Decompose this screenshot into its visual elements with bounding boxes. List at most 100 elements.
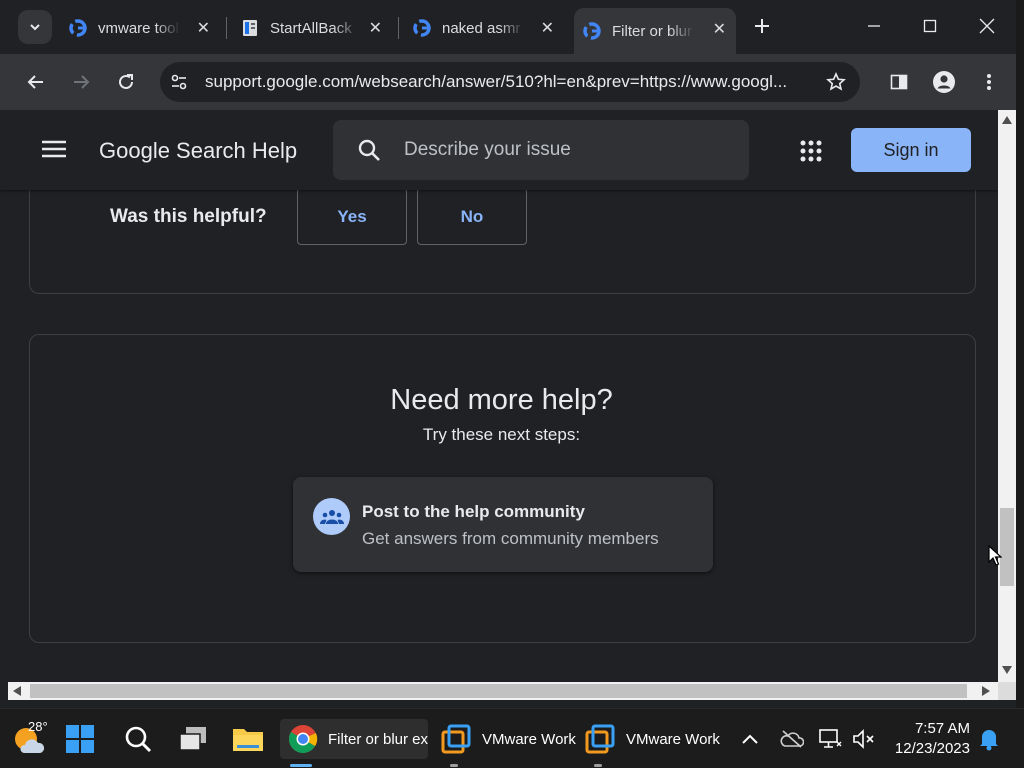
vertical-scrollbar[interactable] <box>998 110 1016 682</box>
community-icon <box>313 498 350 535</box>
reload-icon <box>119 74 133 89</box>
tab-title: vmware tool <box>98 19 179 37</box>
taskbar-app-chrome[interactable]: Filter or blur ex <box>280 719 428 767</box>
tab-4-active[interactable]: Filter or blur ✕ <box>574 8 736 54</box>
address-bar[interactable]: support.google.com/websearch/answer/510?… <box>160 62 860 102</box>
tab-title: Filter or blur <box>612 22 693 40</box>
active-indicator <box>290 764 312 767</box>
tab-strip: vmware tool ✕ StartAllBack ✕ naked asmr … <box>0 0 1024 54</box>
chevron-down-icon <box>30 24 40 31</box>
folder-icon <box>233 729 263 751</box>
close-window-button[interactable] <box>967 10 1007 42</box>
close-icon[interactable]: ✕ <box>713 19 726 39</box>
yes-button[interactable]: Yes <box>297 188 407 245</box>
network-icon <box>819 729 842 748</box>
windows-logo-icon <box>66 725 94 753</box>
tab-search-button[interactable] <box>18 10 52 44</box>
horizontal-scroll-thumb[interactable] <box>30 684 967 698</box>
chrome-icon <box>289 725 318 753</box>
tab-2[interactable]: StartAllBack ✕ <box>232 8 392 48</box>
speaker-muted-icon <box>853 729 874 749</box>
site-settings-icon[interactable] <box>170 73 188 91</box>
file-explorer-button[interactable] <box>232 719 264 759</box>
taskbar-clock[interactable]: 7:57 AM 12/23/2023 <box>880 719 970 759</box>
community-description: Get answers from community members <box>362 529 659 548</box>
tab-1[interactable]: vmware tool ✕ <box>60 8 220 48</box>
show-hidden-icons-button[interactable] <box>742 719 758 759</box>
url-text[interactable]: support.google.com/websearch/answer/510?… <box>205 72 787 92</box>
taskbar-app-label: VMware Work <box>482 730 576 748</box>
notifications-button[interactable] <box>978 719 1000 759</box>
arrow-left-icon <box>27 75 43 89</box>
maximize-button[interactable] <box>910 10 950 42</box>
taskbar-app-vmware-1[interactable]: VMware Work <box>436 719 576 767</box>
taskbar-app-vmware-2[interactable]: VMware Work <box>580 719 720 767</box>
clock-date: 12/23/2023 <box>894 740 970 757</box>
search-icon <box>125 726 152 753</box>
start-button[interactable] <box>64 719 96 759</box>
bookmark-star-icon[interactable] <box>826 72 846 92</box>
close-icon[interactable]: ✕ <box>369 18 382 38</box>
search-icon <box>358 139 380 161</box>
back-button[interactable] <box>20 66 52 98</box>
profile-icon <box>933 71 955 93</box>
apps-grid-icon[interactable] <box>800 140 822 162</box>
network-tray-button[interactable] <box>818 719 842 759</box>
vmware-icon <box>585 724 615 754</box>
post-to-community-button[interactable]: Post to the help community Get answers f… <box>293 477 713 572</box>
google-g-icon <box>583 22 601 40</box>
minimize-button[interactable] <box>854 10 894 42</box>
task-view-button[interactable] <box>178 719 208 759</box>
more-help-subtitle: Try these next steps: <box>422 425 581 444</box>
menu-button[interactable] <box>973 66 1005 98</box>
reload-button[interactable] <box>110 66 142 98</box>
scroll-up-arrow-icon[interactable] <box>1002 116 1012 124</box>
scroll-down-arrow-icon[interactable] <box>1002 666 1012 674</box>
weather-temperature: 28° <box>28 719 48 734</box>
google-g-icon <box>413 19 431 37</box>
vertical-scroll-thumb[interactable] <box>1000 508 1014 586</box>
profile-button[interactable] <box>928 66 960 98</box>
help-search-input[interactable]: Describe your issue <box>333 120 749 180</box>
side-panel-button[interactable] <box>883 66 915 98</box>
close-icon <box>979 18 995 34</box>
task-view-icon <box>179 727 206 751</box>
forward-button[interactable] <box>65 66 97 98</box>
vmware-icon <box>441 724 471 754</box>
scroll-right-arrow-icon[interactable] <box>982 686 990 696</box>
more-help-title: Need more help? <box>390 384 613 416</box>
more-vert-icon <box>987 74 991 90</box>
bell-icon <box>980 730 998 751</box>
onedrive-tray-button[interactable] <box>780 719 804 759</box>
scrollbar-corner <box>998 682 1016 700</box>
taskbar-app-label: Filter or blur ex <box>328 730 428 748</box>
google-g-icon <box>69 19 87 37</box>
page-content: Google Search Help Describe your issue S… <box>0 110 998 682</box>
close-icon[interactable]: ✕ <box>197 18 210 38</box>
plus-icon <box>755 19 769 33</box>
community-title: Post to the help community <box>362 502 585 521</box>
hamburger-menu-icon[interactable] <box>42 140 66 158</box>
feedback-question: Was this helpful? <box>110 206 267 227</box>
help-header: Google Search Help Describe your issue S… <box>0 110 998 190</box>
taskbar-app-label: VMware Work <box>626 730 720 748</box>
tab-divider <box>398 17 399 39</box>
mouse-cursor-icon <box>988 545 1002 566</box>
running-indicator <box>594 764 602 767</box>
tab-title: naked asmr <box>442 19 521 37</box>
no-button[interactable]: No <box>417 188 527 245</box>
taskbar-search-button[interactable] <box>124 719 152 759</box>
startallback-icon <box>243 20 257 36</box>
weather-widget[interactable]: 28° <box>12 719 52 759</box>
volume-tray-button[interactable] <box>852 719 876 759</box>
scroll-left-arrow-icon[interactable] <box>13 686 21 696</box>
sign-in-button[interactable]: Sign in <box>851 128 971 172</box>
tab-3[interactable]: naked asmr ✕ <box>404 8 564 48</box>
close-icon[interactable]: ✕ <box>541 18 554 38</box>
window-frame-edge <box>1016 0 1024 708</box>
chevron-up-icon <box>742 734 758 744</box>
help-center-title[interactable]: Google Search Help <box>99 138 297 164</box>
windows-taskbar: 28° Filter or blur ex VMware Work VMware… <box>0 708 1024 768</box>
new-tab-button[interactable] <box>742 10 782 42</box>
browser-toolbar: support.google.com/websearch/answer/510?… <box>0 54 1024 110</box>
